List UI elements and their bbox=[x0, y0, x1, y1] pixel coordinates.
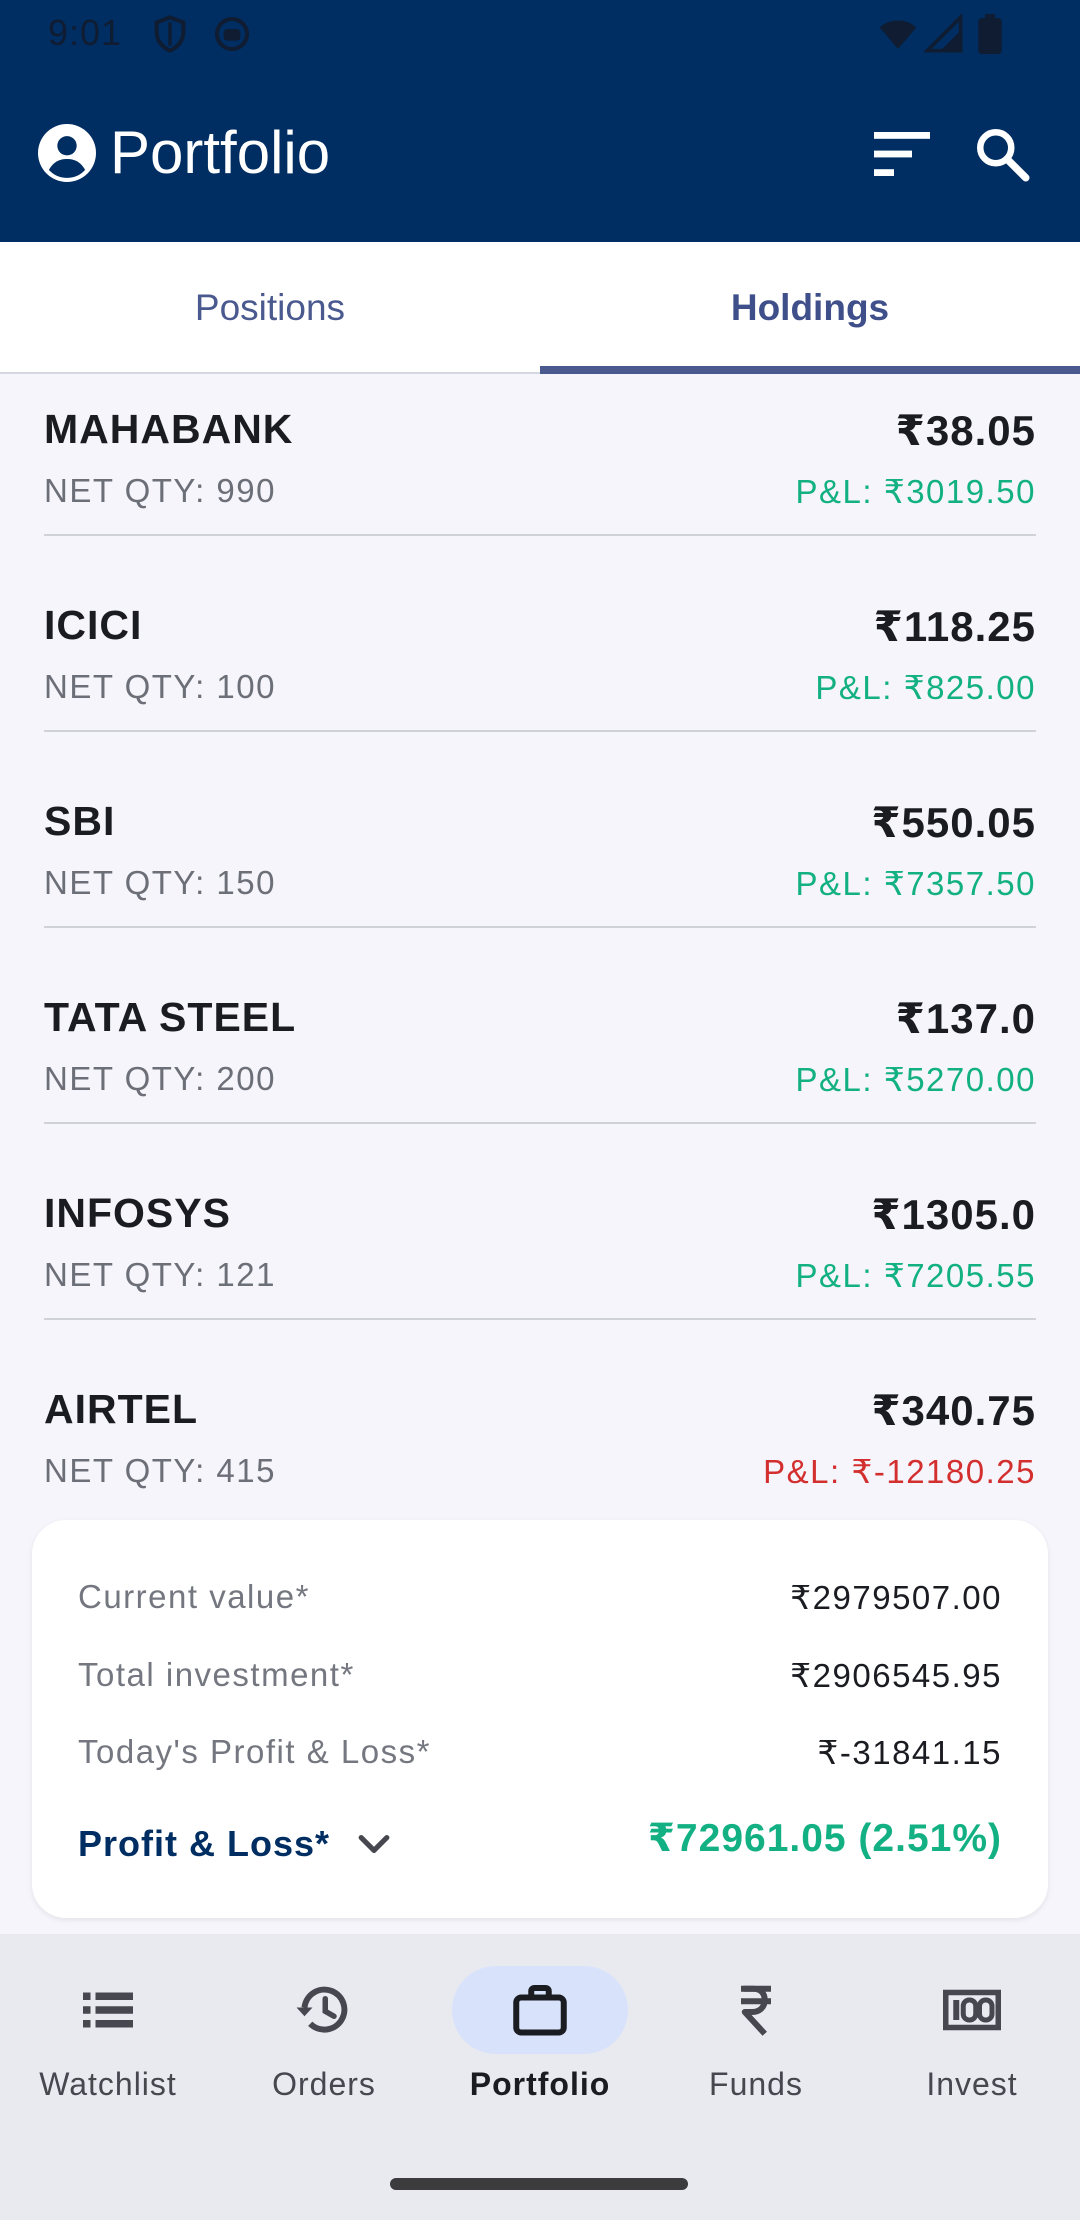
header-title-row: Portfolio bbox=[0, 110, 1080, 198]
todays-pnl-label: Today's Profit & Loss* bbox=[78, 1733, 431, 1770]
chevron-down-icon[interactable] bbox=[352, 1822, 396, 1866]
pnl-total: ₹72961.05 (2.51%) bbox=[647, 1817, 1002, 1860]
holding-name: INFOSYS bbox=[44, 1190, 231, 1236]
media-icon bbox=[215, 17, 249, 51]
status-bar: 9:01 bbox=[0, 0, 1080, 66]
summary-row-todays-pnl: Today's Profit & Loss* ₹-31841.15 bbox=[78, 1733, 1002, 1789]
sort-icon[interactable] bbox=[874, 132, 930, 176]
nav-item-portfolio[interactable]: Portfolio bbox=[432, 1934, 648, 2134]
status-time: 9:01 bbox=[48, 12, 123, 53]
nav-item-funds[interactable]: Funds bbox=[648, 1934, 864, 2134]
rupee-icon bbox=[741, 1985, 771, 2036]
holding-name: SBI bbox=[44, 798, 116, 844]
holding-qty: NET QTY: 100 bbox=[44, 668, 276, 705]
nav-label-portfolio: Portfolio bbox=[469, 2066, 611, 2102]
tab-active-indicator bbox=[540, 366, 1080, 374]
holding-price: ₹137.0 bbox=[895, 995, 1036, 1042]
list-icon bbox=[83, 1992, 133, 2028]
row-divider bbox=[44, 1122, 1036, 1124]
row-divider bbox=[44, 730, 1036, 732]
holdings-list[interactable]: MAHABANK NET QTY: 990 ₹38.05 P&L: ₹3019.… bbox=[0, 376, 1080, 1516]
nav-icon-container bbox=[668, 1966, 844, 2054]
pnl-expand-toggle[interactable]: Profit & Loss* bbox=[78, 1816, 396, 1872]
holding-qty: NET QTY: 200 bbox=[44, 1060, 276, 1097]
home-indicator[interactable] bbox=[390, 2178, 688, 2190]
tab-holdings-label: Holdings bbox=[730, 287, 890, 328]
nav-label-funds: Funds bbox=[709, 2066, 803, 2102]
nav-icon-container bbox=[236, 1966, 412, 2054]
holding-pnl: P&L: ₹-12180.25 bbox=[763, 1453, 1036, 1490]
holding-name: MAHABANK bbox=[44, 406, 294, 452]
page-title: Portfolio bbox=[110, 119, 331, 186]
holding-row[interactable]: AIRTEL NET QTY: 415 ₹340.75 P&L: ₹-12180… bbox=[44, 1356, 1036, 1516]
nav-item-invest[interactable]: Invest bbox=[864, 1934, 1080, 2134]
nav-label-orders: Orders bbox=[272, 2066, 376, 2102]
holding-price: ₹118.25 bbox=[873, 603, 1036, 650]
nav-icon-container bbox=[884, 1966, 1060, 2054]
holding-pnl: P&L: ₹5270.00 bbox=[795, 1061, 1036, 1098]
holding-qty: NET QTY: 990 bbox=[44, 472, 276, 509]
summary-row-total-investment: Total investment* ₹2906545.95 bbox=[78, 1656, 1002, 1712]
holding-name: ICICI bbox=[44, 602, 143, 648]
holding-qty: NET QTY: 415 bbox=[44, 1452, 276, 1489]
total-investment: ₹2906545.95 bbox=[790, 1657, 1002, 1694]
holding-pnl: P&L: ₹825.00 bbox=[815, 669, 1036, 706]
row-divider bbox=[44, 926, 1036, 928]
holding-name: TATA STEEL bbox=[44, 994, 297, 1040]
tab-holdings[interactable]: Holdings bbox=[540, 242, 1080, 374]
holding-row[interactable]: MAHABANK NET QTY: 990 ₹38.05 P&L: ₹3019.… bbox=[44, 376, 1036, 572]
nav-icon-container bbox=[452, 1966, 628, 2054]
holding-price: ₹1305.0 bbox=[871, 1191, 1036, 1238]
nav-icon-container bbox=[20, 1966, 196, 2054]
holding-pnl: P&L: ₹7205.55 bbox=[795, 1257, 1036, 1294]
holding-row[interactable]: INFOSYS NET QTY: 121 ₹1305.0 P&L: ₹7205.… bbox=[44, 1160, 1036, 1356]
current-value-label: Current value* bbox=[78, 1578, 310, 1615]
signal-icon bbox=[924, 14, 963, 53]
holding-price: ₹550.05 bbox=[871, 799, 1036, 846]
holding-row[interactable]: SBI NET QTY: 150 ₹550.05 P&L: ₹7357.50 bbox=[44, 768, 1036, 964]
account-circle-icon[interactable] bbox=[38, 124, 96, 182]
nav-item-orders[interactable]: Orders bbox=[216, 1934, 432, 2134]
todays-pnl: ₹-31841.15 bbox=[817, 1734, 1002, 1771]
row-divider bbox=[44, 1318, 1036, 1320]
tab-positions-label: Positions bbox=[194, 287, 346, 328]
shield-icon bbox=[154, 15, 186, 53]
holding-qty: NET QTY: 121 bbox=[44, 1256, 276, 1293]
holding-row[interactable]: ICICI NET QTY: 100 ₹118.25 P&L: ₹825.00 bbox=[44, 572, 1036, 768]
nav-label-invest: Invest bbox=[926, 2066, 1018, 2102]
nav-item-watchlist[interactable]: Watchlist bbox=[0, 1934, 216, 2134]
battery-icon bbox=[978, 14, 1002, 54]
app-header: 9:01 Portfolio bbox=[0, 0, 1080, 242]
row-divider bbox=[44, 534, 1036, 536]
wifi-icon bbox=[879, 20, 917, 49]
holding-row[interactable]: TATA STEEL NET QTY: 200 ₹137.0 P&L: ₹527… bbox=[44, 964, 1036, 1160]
portfolio-tabs: Positions Holdings bbox=[0, 242, 1080, 374]
briefcase-icon bbox=[513, 1985, 567, 2036]
portfolio-summary-card: Current value* ₹2979507.00 Total investm… bbox=[32, 1520, 1048, 1918]
holding-price: ₹38.05 bbox=[895, 407, 1036, 454]
holding-name: AIRTEL bbox=[44, 1386, 199, 1432]
current-value: ₹2979507.00 bbox=[790, 1579, 1002, 1616]
history-icon bbox=[296, 1986, 348, 2033]
pnl-label: Profit & Loss* bbox=[78, 1823, 331, 1864]
holding-pnl: P&L: ₹3019.50 bbox=[795, 473, 1036, 510]
total-investment-label: Total investment* bbox=[78, 1656, 355, 1693]
summary-row-current-value: Current value* ₹2979507.00 bbox=[78, 1578, 1002, 1634]
search-icon[interactable] bbox=[972, 124, 1032, 184]
nav-label-watchlist: Watchlist bbox=[39, 2066, 177, 2102]
holding-pnl: P&L: ₹7357.50 bbox=[795, 865, 1036, 902]
tab-positions[interactable]: Positions bbox=[0, 242, 540, 374]
holding-price: ₹340.75 bbox=[871, 1387, 1036, 1434]
cash-icon bbox=[943, 1989, 1001, 2031]
holding-qty: NET QTY: 150 bbox=[44, 864, 276, 901]
